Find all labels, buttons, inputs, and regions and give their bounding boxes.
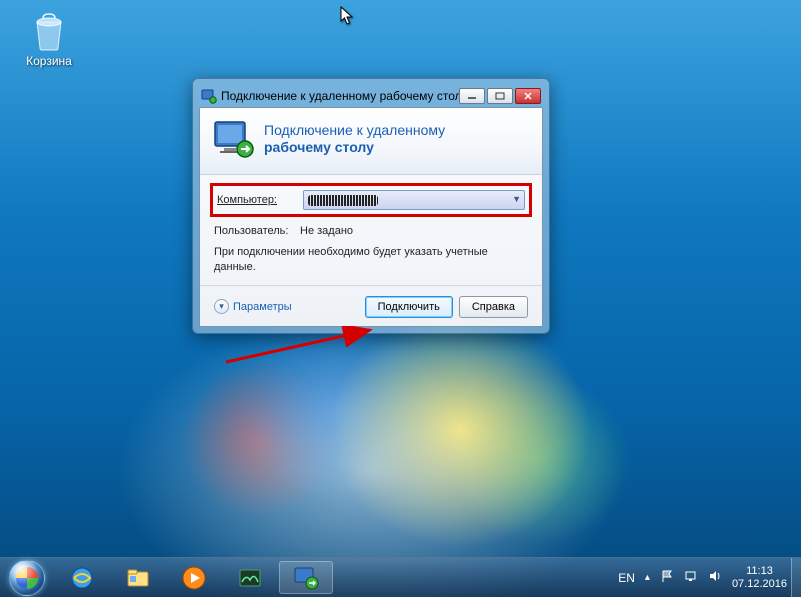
taskbar-rdp[interactable]	[279, 561, 333, 594]
clock-time: 11:13	[732, 565, 787, 578]
help-button[interactable]: Справка	[459, 296, 528, 318]
maximize-button[interactable]	[487, 88, 513, 104]
chevron-down-icon: ▾	[214, 299, 229, 314]
start-button[interactable]	[0, 558, 54, 597]
user-label: Пользователь:	[214, 225, 292, 237]
options-label: Параметры	[233, 301, 292, 313]
mouse-cursor-icon	[340, 6, 354, 26]
minimize-button[interactable]	[459, 88, 485, 104]
window-title: Подключение к удаленному рабочему столу	[221, 89, 459, 103]
volume-icon[interactable]	[708, 569, 722, 586]
system-tray: EN ▴ 11:13 07.12.2016	[608, 558, 791, 597]
credentials-note: При подключении необходимо будет указать…	[214, 245, 528, 275]
titlebar[interactable]: Подключение к удаленному рабочему столу	[199, 85, 543, 107]
rdp-banner-icon	[212, 118, 254, 160]
computer-combobox[interactable]: ▼	[303, 190, 525, 210]
action-flag-icon[interactable]	[660, 569, 674, 586]
tray-overflow-icon[interactable]: ▴	[645, 572, 650, 583]
recycle-bin-label: Корзина	[16, 54, 82, 68]
options-toggle[interactable]: ▾ Параметры	[214, 299, 359, 314]
chevron-down-icon: ▼	[512, 194, 521, 204]
computer-label: Компьютер:	[217, 194, 295, 206]
network-icon[interactable]	[684, 569, 698, 586]
clock-date: 07.12.2016	[732, 578, 787, 591]
connect-button[interactable]: Подключить	[365, 296, 453, 318]
taskbar-explorer[interactable]	[111, 561, 165, 594]
windows-orb-icon	[9, 560, 45, 596]
computer-row-highlight: Компьютер: ▼	[210, 183, 532, 217]
taskbar-media-player[interactable]	[167, 561, 221, 594]
app-icon	[201, 88, 217, 104]
redacted-value	[308, 195, 378, 206]
taskbar-ie[interactable]	[55, 561, 109, 594]
language-indicator[interactable]: EN	[618, 571, 635, 585]
recycle-bin-icon	[27, 8, 71, 52]
banner-line1: Подключение к удаленному	[264, 122, 445, 139]
show-desktop-button[interactable]	[791, 558, 801, 597]
user-value: Не задано	[300, 225, 353, 237]
banner: Подключение к удаленному рабочему столу	[200, 108, 542, 175]
taskbar-app1[interactable]	[223, 561, 277, 594]
clock[interactable]: 11:13 07.12.2016	[732, 565, 787, 590]
close-button[interactable]	[515, 88, 541, 104]
rdp-window: Подключение к удаленному рабочему столу …	[192, 78, 550, 334]
recycle-bin[interactable]: Корзина	[16, 8, 82, 68]
banner-line2: рабочему столу	[264, 139, 445, 156]
divider	[200, 285, 542, 286]
taskbar: EN ▴ 11:13 07.12.2016	[0, 557, 801, 597]
